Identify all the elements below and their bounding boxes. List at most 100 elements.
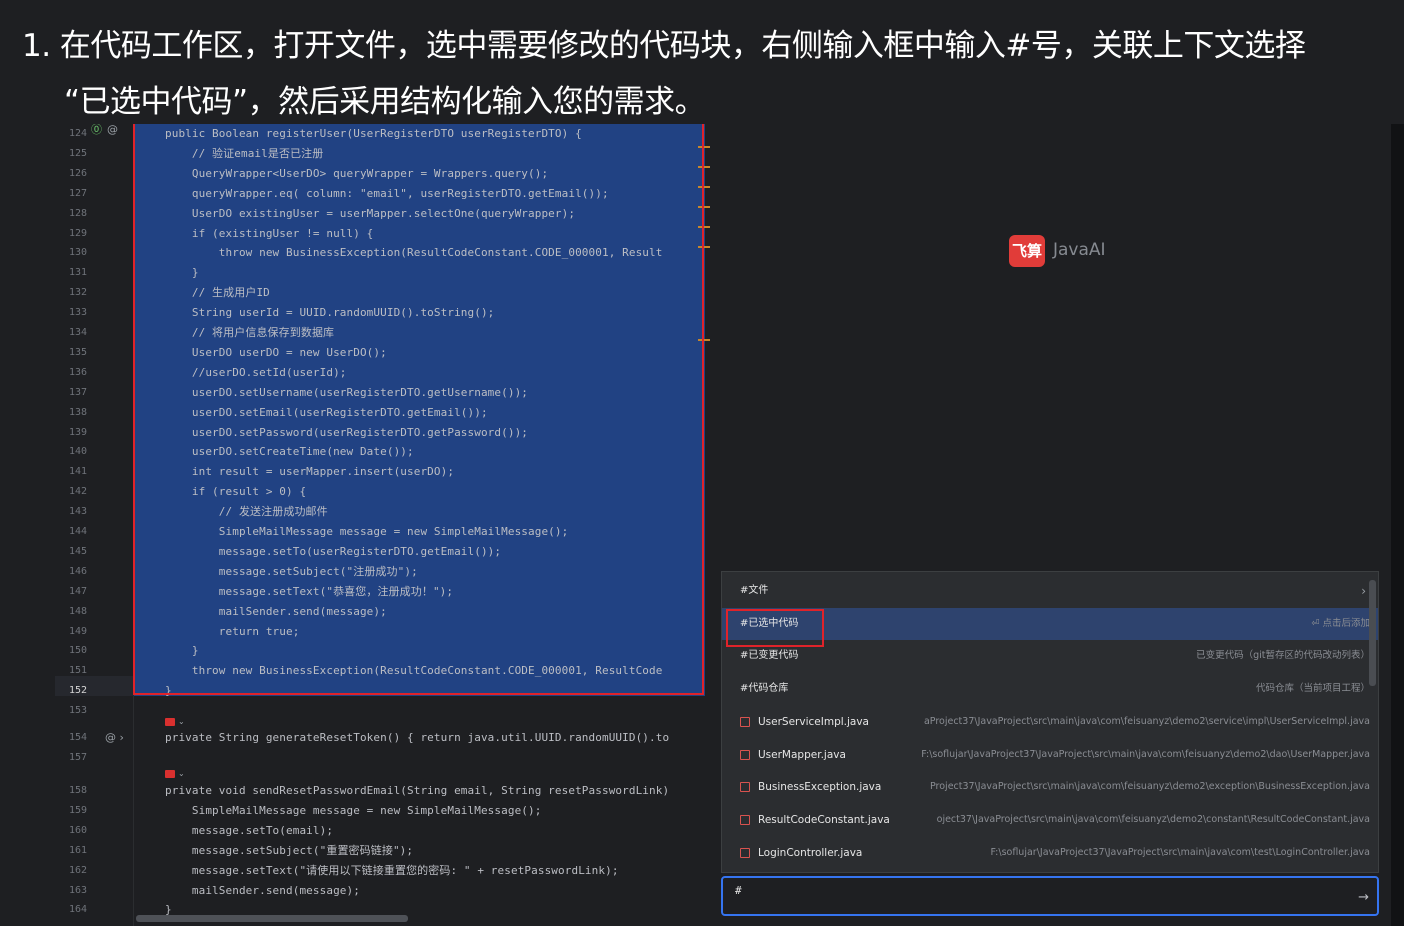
line-number: 127 bbox=[68, 187, 87, 199]
right-edge-strip bbox=[1391, 124, 1404, 926]
file-name: BusinessException.java bbox=[758, 781, 882, 794]
line-number: 139 bbox=[68, 426, 87, 438]
file-option[interactable]: UserMapper.java F:\soflujar\JavaProject37… bbox=[722, 739, 1378, 771]
code-line[interactable]: 162 message.setText("请使用以下链接重置您的密码: " + … bbox=[55, 861, 712, 881]
line-number: 144 bbox=[68, 526, 87, 537]
line-number: 133 bbox=[68, 307, 87, 319]
file-option[interactable]: BusinessException.java Project37\JavaProj… bbox=[722, 771, 1378, 803]
line-number: 149 bbox=[68, 625, 87, 637]
file-path: oject37\JavaProject\src\main\java\com\fe… bbox=[936, 814, 1370, 826]
context-option[interactable]: #文件 › bbox=[722, 575, 1378, 607]
feisuan-logo-icon: 飞算 bbox=[1009, 235, 1045, 267]
logo-text: JavaAI bbox=[1053, 240, 1106, 260]
java-file-icon bbox=[740, 847, 750, 858]
line-number: 129 bbox=[68, 227, 87, 239]
file-name: UserServiceImpl.java bbox=[758, 716, 869, 728]
file-name: UserMapper.java bbox=[758, 748, 846, 761]
context-option[interactable]: #代码仓库 代码仓库（当前项目工程） bbox=[722, 673, 1378, 705]
code-text[interactable]: message.setSubject("重置密码链接"); bbox=[165, 841, 413, 861]
line-number: 164 bbox=[68, 904, 87, 916]
send-arrow-icon[interactable]: → bbox=[1358, 890, 1369, 905]
line-number: 147 bbox=[68, 585, 87, 597]
code-text[interactable]: private void sendResetPasswordEmail(Stri… bbox=[165, 781, 669, 801]
code-line[interactable]: 153 bbox=[55, 701, 712, 721]
ai-hint-icon[interactable] bbox=[165, 770, 175, 778]
line-number: 134 bbox=[68, 327, 87, 338]
java-file-icon bbox=[740, 815, 750, 826]
instruction-caption: 1. 在代码工作区，打开文件，选中需要修改的代码块，右侧输入框中输入#号，关联上… bbox=[0, 0, 1404, 124]
code-line[interactable]: 158 private void sendResetPasswordEmail(S… bbox=[55, 781, 712, 801]
line-number: 131 bbox=[68, 267, 87, 279]
chat-input-text[interactable]: # bbox=[735, 884, 742, 897]
at-annotation-icon[interactable]: @ bbox=[107, 124, 118, 140]
line-number: 128 bbox=[68, 207, 87, 219]
line-number: 148 bbox=[68, 605, 87, 617]
code-text[interactable]: SimpleMailMessage message = new SimpleMa… bbox=[165, 801, 541, 821]
line-number: 125 bbox=[68, 147, 87, 159]
popup-scrollbar[interactable] bbox=[1369, 580, 1376, 686]
code-text[interactable]: message.setText("请使用以下链接重置您的密码: " + rese… bbox=[165, 861, 619, 881]
code-line[interactable]: 163 mailSender.send(message); bbox=[55, 881, 712, 901]
line-number: 151 bbox=[68, 665, 87, 677]
line-number: 152 bbox=[68, 685, 87, 697]
line-number: 124 bbox=[68, 128, 87, 139]
context-option-desc: ⏎ 点击后添加 bbox=[1311, 617, 1370, 629]
file-path: F:\soflujar\JavaProject37\JavaProject\sr… bbox=[990, 846, 1370, 858]
context-popup: #文件 › #已选中代码 ⏎ 点击后添加 #已变更代码 已变更代码（git暂存区的代码改动… bbox=[721, 571, 1379, 873]
override-icon[interactable]: ⓪ bbox=[91, 124, 102, 140]
line-number: 132 bbox=[68, 287, 87, 299]
context-option-label: #代码仓库 bbox=[740, 683, 789, 695]
file-option[interactable]: LoginController.java F:\soflujar\JavaProj… bbox=[722, 837, 1378, 869]
line-number: 150 bbox=[68, 645, 87, 657]
line-number: 157 bbox=[68, 751, 87, 763]
at-annotation-icon[interactable]: @ › bbox=[105, 728, 124, 748]
line-number: 163 bbox=[68, 884, 87, 896]
code-line[interactable]: 159 SimpleMailMessage message = new Simp… bbox=[55, 801, 712, 821]
horizontal-scrollbar[interactable] bbox=[136, 915, 408, 922]
line-number: 159 bbox=[68, 804, 87, 816]
line-number: 161 bbox=[68, 844, 87, 856]
file-option[interactable]: UserServiceImpl.java aProject37\JavaProje… bbox=[722, 706, 1378, 738]
line-number: 160 bbox=[68, 824, 87, 836]
code-line[interactable]: 157 bbox=[55, 748, 712, 768]
line-number: 143 bbox=[68, 506, 87, 518]
code-text[interactable]: mailSender.send(message); bbox=[165, 881, 360, 901]
javaai-panel: 飞算 JavaAI #文件 › #已选中代码 ⏎ 点击后添加 #已变更代码 已变更代码（g… bbox=[712, 124, 1391, 926]
line-number: 130 bbox=[68, 247, 87, 259]
code-line[interactable]: 160 message.setTo(email); bbox=[55, 821, 712, 841]
chevron-down-icon[interactable]: ⌄ bbox=[178, 717, 185, 727]
line-number: 137 bbox=[68, 386, 87, 398]
code-editor[interactable]: 124 public Boolean registerUser(UserRegis… bbox=[55, 124, 712, 926]
file-option[interactable]: ResultCodeConstant.java oject37\JavaProje… bbox=[722, 804, 1378, 836]
line-number: 135 bbox=[68, 346, 87, 358]
chat-input[interactable]: # → bbox=[721, 876, 1379, 916]
line-number: 142 bbox=[68, 486, 87, 498]
chevron-right-icon: › bbox=[1361, 584, 1366, 598]
ai-hint-icon[interactable] bbox=[165, 718, 175, 726]
caption-line-2: “已选中代码”，然后采用结构化输入您的需求。 bbox=[64, 84, 706, 120]
java-file-icon bbox=[740, 717, 750, 727]
line-number: 153 bbox=[68, 705, 87, 717]
file-path: aProject37\JavaProject\src\main\java\com… bbox=[923, 716, 1370, 727]
line-number: 158 bbox=[68, 785, 87, 796]
file-name: LoginController.java bbox=[758, 846, 863, 859]
file-name: ResultCodeConstant.java bbox=[758, 814, 890, 827]
file-path: Project37\JavaProject\src\main\java\com\… bbox=[929, 781, 1370, 793]
file-path: F:\soflujar\JavaProject37\JavaProject\sr… bbox=[921, 748, 1370, 760]
line-number: 126 bbox=[68, 167, 87, 179]
code-text[interactable]: private String generateResetToken() { re… bbox=[165, 728, 669, 748]
line-number: 136 bbox=[68, 366, 87, 378]
code-line[interactable]: 154 private String generateResetToken() {… bbox=[55, 728, 712, 748]
line-number: 140 bbox=[68, 446, 87, 458]
context-option-desc: 代码仓库（当前项目工程） bbox=[1255, 683, 1370, 695]
java-file-icon bbox=[740, 749, 750, 760]
context-option-label: #文件 bbox=[740, 585, 769, 596]
code-line[interactable]: 161 message.setSubject("重置密码链接"); bbox=[55, 841, 712, 861]
line-number: 141 bbox=[68, 466, 87, 478]
chevron-down-icon[interactable]: ⌄ bbox=[178, 769, 185, 779]
selection-highlight-box bbox=[133, 124, 704, 695]
line-number: 162 bbox=[68, 864, 87, 876]
code-text[interactable]: message.setTo(email); bbox=[165, 821, 333, 841]
selected-option-highlight bbox=[726, 609, 824, 647]
caption-line-1: 1. 在代码工作区，打开文件，选中需要修改的代码块，右侧输入框中输入#号，关联上… bbox=[22, 28, 1306, 64]
